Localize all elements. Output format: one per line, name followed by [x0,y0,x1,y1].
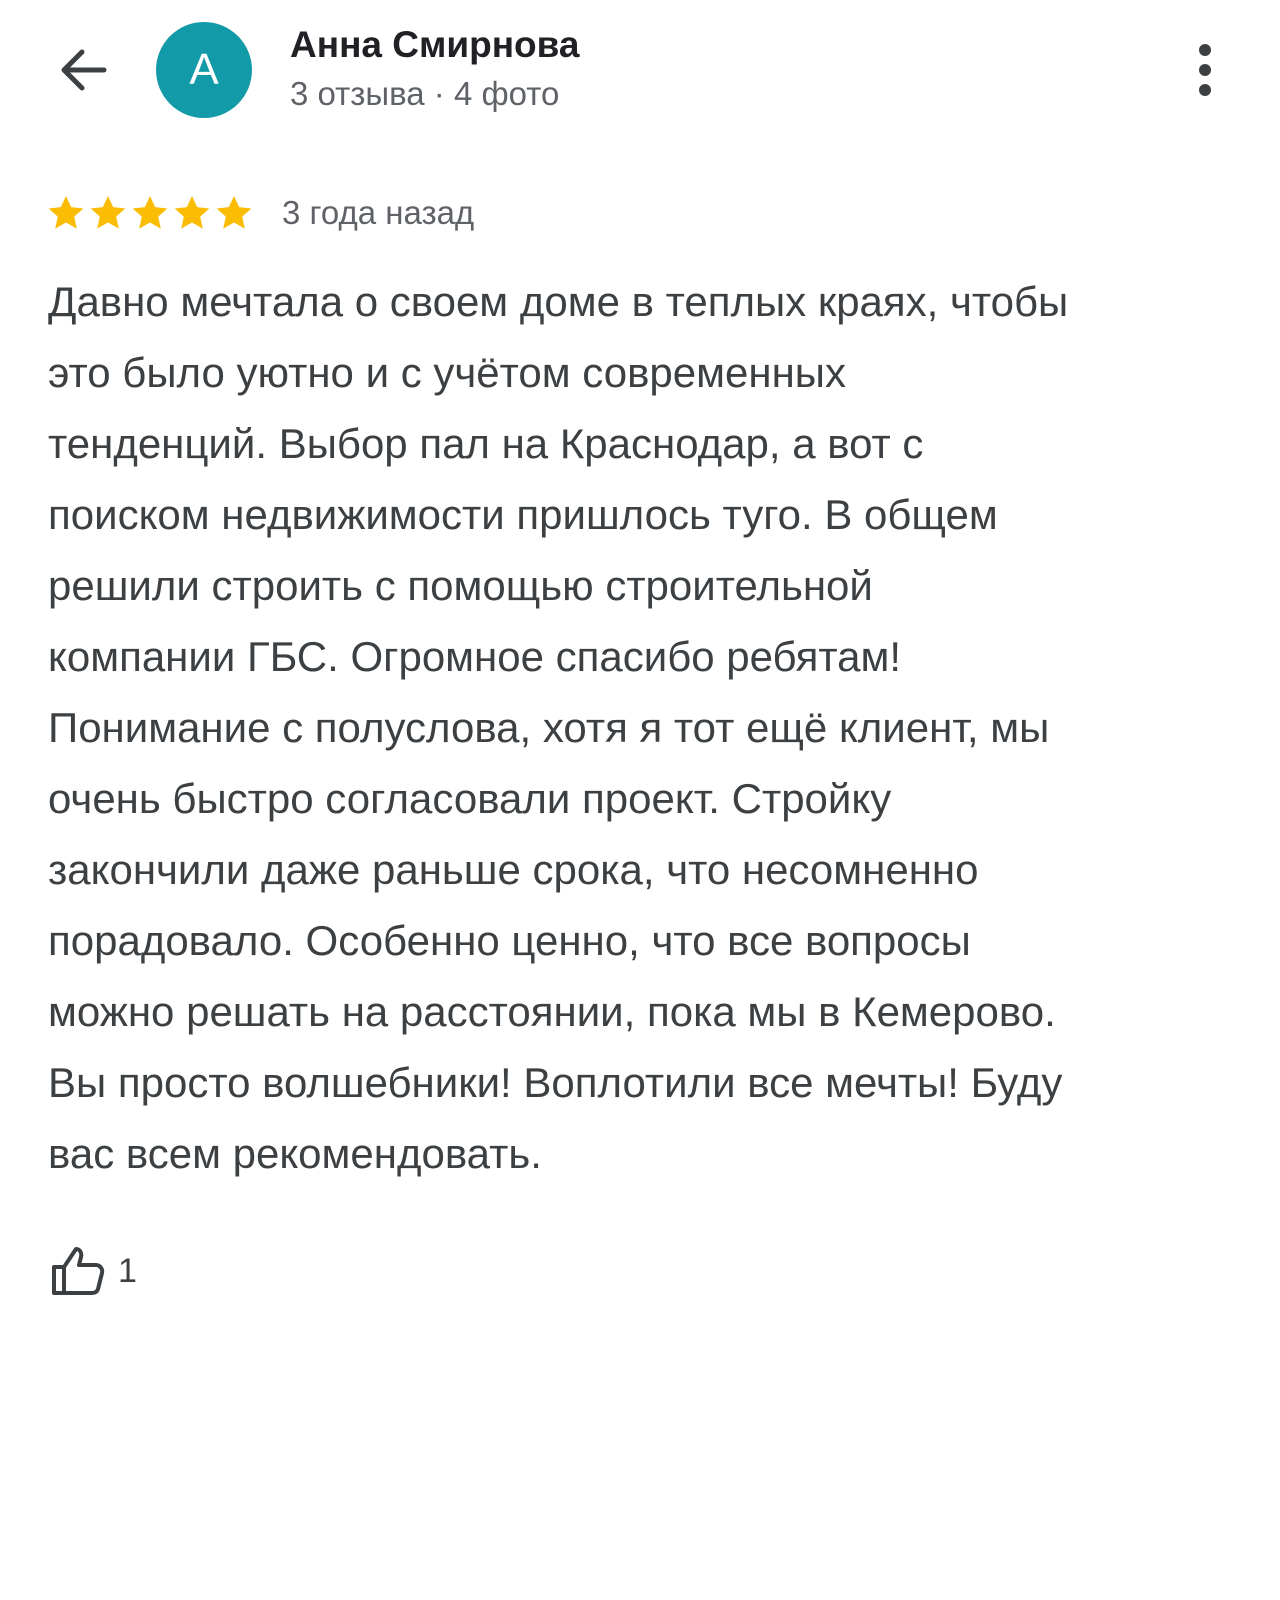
review-text-line: Давно мечтала о своем доме в теплых края… [48,278,1069,325]
thumb-up-icon [52,1247,105,1295]
avatar[interactable]: А [156,22,252,118]
review-date: 3 года назад [282,194,475,231]
like-count: 1 [118,1251,137,1290]
review-text: Давно мечтала о своем доме в теплых края… [48,266,1238,1189]
review-text-line: решили строить с помощью строительной [48,562,873,609]
star-icon [132,196,168,229]
review-text-line: поиском недвижимости пришлось туго. В об… [48,491,998,538]
back-button[interactable] [52,40,112,100]
review-text-line: очень быстро согласовали проект. Стройку [48,775,892,822]
rating-row: 3 года назад [46,188,474,238]
review-text-line: можно решать на расстоянии, пока мы в Ке… [48,988,1056,1035]
review-text-line: Вы просто волшебники! Воплотили все мечт… [48,1059,1063,1106]
arrow-left-icon [61,49,107,91]
more-options-button[interactable] [1180,40,1230,100]
star-icon [90,196,126,229]
review-text-line: это было уютно и с учётом современных [48,349,846,396]
review-text-line: тенденций. Выбор пал на Краснодар, а вот… [48,420,924,467]
star-rating [46,193,256,233]
review-text-line: вас всем рекомендовать. [48,1130,542,1177]
like-button[interactable] [48,1241,108,1301]
review-text-line: закончили даже раньше срока, что несомне… [48,846,979,893]
like-row: 1 [48,1238,137,1304]
review-text-line: Понимание с полуслова, хотя я тот ещё кл… [48,704,1050,751]
review-header: А Анна Смирнова 3 отзыва · 4 фото [0,0,1280,140]
author-meta: 3 отзыва · 4 фото [290,75,560,112]
star-icon [48,196,84,229]
star-icon [174,196,210,229]
author-name[interactable]: Анна Смирнова [290,24,580,66]
review-text-line: компании ГБС. Огромное спасибо ребятам! [48,633,902,680]
star-icon [216,196,252,229]
review-text-line: порадовало. Особенно ценно, что все вопр… [48,917,971,964]
avatar-initial: А [189,45,219,94]
more-vertical-icon [1199,44,1211,96]
